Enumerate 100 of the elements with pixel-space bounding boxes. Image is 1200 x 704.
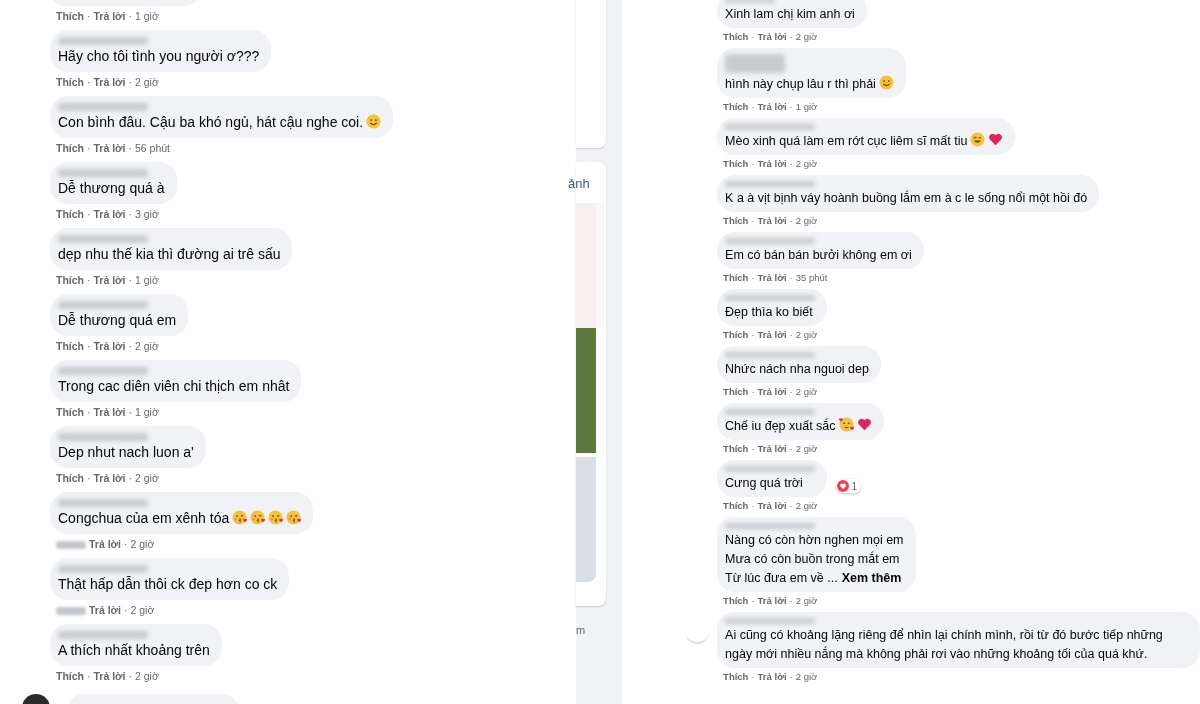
separator-dot: · <box>128 671 132 682</box>
like-link[interactable]: Thích <box>723 101 749 112</box>
like-link[interactable]: Thích <box>723 215 749 226</box>
comment-text: Từ lúc đưa em về ... <box>725 571 838 585</box>
separator-dot: · <box>789 386 793 397</box>
separator-dot: · <box>128 77 132 88</box>
reply-link[interactable]: Trả lời <box>757 158 787 169</box>
caption-text: m <box>576 624 587 636</box>
comment-text: Trong cac diên viên chi thịch em nhât <box>58 378 290 394</box>
like-link[interactable]: Thích <box>56 473 84 484</box>
comment-time: 2 giờ <box>795 215 818 226</box>
like-link[interactable]: Thích <box>723 329 749 340</box>
reply-link[interactable]: Trả lời <box>93 209 126 220</box>
separator-dot: · <box>128 473 132 484</box>
comment-text: Dễ thương quá à <box>58 180 165 196</box>
separator-dot: · <box>751 500 755 511</box>
comment-text: Dep nhut nach luon a' <box>58 444 194 460</box>
like-link[interactable]: Thích <box>56 407 84 418</box>
separator-dot: · <box>751 31 755 42</box>
reply-link[interactable]: Trả lời <box>89 539 121 550</box>
comment-time: 2 giờ <box>130 605 155 616</box>
photo-link[interactable]: ảnh <box>568 176 606 191</box>
like-link[interactable]: Thích <box>56 671 84 682</box>
like-link[interactable]: Thích <box>723 500 749 511</box>
comment-time: 2 giờ <box>795 443 818 454</box>
comment-time: 2 giờ <box>795 671 818 682</box>
separator-dot: · <box>751 595 755 606</box>
separator-dot: · <box>87 473 91 484</box>
separator-dot: · <box>751 158 755 169</box>
reply-link[interactable]: Trả lời <box>757 671 787 682</box>
reply-link[interactable]: Trả lời <box>757 386 787 397</box>
like-link[interactable]: Thích <box>723 671 749 682</box>
like-link[interactable]: Thích <box>723 272 749 283</box>
reply-link[interactable]: Trả lời <box>757 272 787 283</box>
comment-text: Chế iu đẹp xuất sắc <box>725 419 836 433</box>
comment-time: 35 phút <box>795 272 828 283</box>
reply-link[interactable]: Trả lời <box>757 329 787 340</box>
reply-link[interactable]: Trả lời <box>757 500 787 511</box>
like-link[interactable]: Thích <box>723 158 749 169</box>
separator-dot: · <box>751 386 755 397</box>
reply-link[interactable]: Trả lời <box>93 407 126 418</box>
reply-link[interactable]: Trả lời <box>93 143 126 154</box>
comment-time: 56 phút <box>135 143 171 154</box>
reply-link[interactable]: Trả lời <box>93 275 126 286</box>
reply-link[interactable]: Trả lời <box>93 77 126 88</box>
comment-text: Xinh lam chị kim anh ơi <box>725 7 855 21</box>
comment-time: 2 giờ <box>795 500 818 511</box>
reply-link[interactable]: Trả lời <box>89 605 121 616</box>
comment-text: dẹp nhu thế kia thì đường ai trê sấu <box>58 246 281 262</box>
comment-text: K a à vịt bịnh váy hoành buồng lắm em à c le sống nổi một hồi đó <box>725 191 1088 205</box>
comment-text: Dễ thương quá em <box>58 312 177 328</box>
separator-dot: · <box>128 209 132 220</box>
separator-dot: · <box>751 443 755 454</box>
separator-dot: · <box>789 595 793 606</box>
comment-time: 2 giờ <box>135 473 159 484</box>
separator-dot: · <box>751 272 755 283</box>
reaction-badge: 1 <box>835 479 862 493</box>
like-link[interactable]: Thích <box>723 31 749 42</box>
comment-text: Mưa có còn buồn trong mắt em <box>725 552 900 566</box>
like-link[interactable]: Thích <box>723 386 749 397</box>
reply-link[interactable]: Trả lời <box>93 341 126 352</box>
comment-time: 2 giờ <box>795 595 818 606</box>
reply-link[interactable]: Trả lời <box>93 671 126 682</box>
like-link[interactable]: Thích <box>56 341 84 352</box>
comment-text: Mèo xinh quá làm em rớt cục liêm sĩ mất tiu <box>725 134 968 148</box>
comment-time: 2 giờ <box>795 329 818 340</box>
see-more-link[interactable]: Xem thêm <box>841 571 902 585</box>
like-link[interactable]: Thích <box>56 209 84 220</box>
reply-link[interactable]: Trả lời <box>93 473 126 484</box>
like-link[interactable]: Thích <box>56 77 84 88</box>
like-link[interactable]: Thích <box>723 595 749 606</box>
comment-text: Cưng quá trời <box>725 476 803 490</box>
separator-dot: · <box>87 275 91 286</box>
separator-dot: · <box>789 215 793 226</box>
comment-text: Ai cũng có khoảng lặng riêng để nhìn lại chính mình, rồi từ đó bước tiếp những ngày mới nhiều nắng mà không phải rơi vào những khoảng tối của quá khứ. <box>725 628 1163 661</box>
comment-time: 2 giờ <box>795 31 818 42</box>
like-link[interactable]: Thích <box>56 11 84 22</box>
comment-text: Nhức nách nha nguoi dep <box>725 362 869 376</box>
comment-text: Nàng có còn hờn nghen mọi em <box>725 533 904 547</box>
like-link[interactable]: Thích <box>723 443 749 454</box>
comment-time: 2 giờ <box>135 671 159 682</box>
separator-dot: · <box>789 31 793 42</box>
comment-text: Đẹp thìa ko biết <box>725 305 813 319</box>
comment-time: 1 giờ <box>135 275 159 286</box>
separator-dot: · <box>751 101 755 112</box>
reply-link[interactable]: Trả lời <box>93 11 126 22</box>
like-link[interactable]: Thích <box>56 275 84 286</box>
separator-dot: · <box>124 539 128 550</box>
separator-dot: · <box>789 101 793 112</box>
comment-time: 3 giờ <box>135 209 159 220</box>
comment-text: Hãy cho tôi tình you người ơ??? <box>58 48 260 64</box>
reply-link[interactable]: Trả lời <box>757 101 787 112</box>
like-link[interactable]: Thích <box>56 143 84 154</box>
separator-dot: · <box>128 143 132 154</box>
reply-link[interactable]: Trả lời <box>757 595 787 606</box>
reply-link[interactable]: Trả lời <box>757 215 787 226</box>
separator-dot: · <box>128 407 132 418</box>
comment-text: Con bình đâu. Cậu ba khó ngủ, hát cậu nghe coi. <box>58 114 364 130</box>
reply-link[interactable]: Trả lời <box>757 31 787 42</box>
reply-link[interactable]: Trả lời <box>757 443 787 454</box>
